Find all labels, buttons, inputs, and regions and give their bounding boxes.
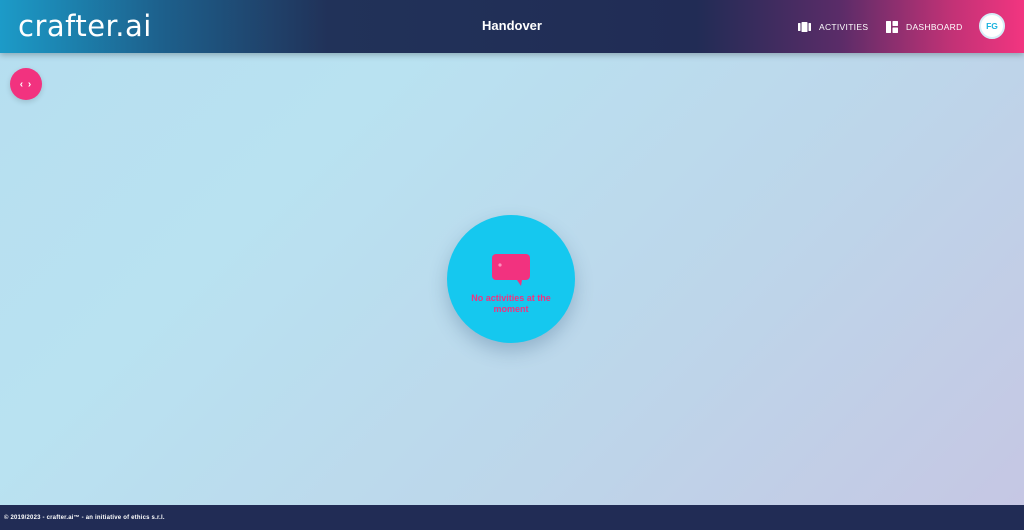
nav-dashboard-link[interactable]: DASHBOARD xyxy=(886,20,963,34)
chat-bubble-icon xyxy=(492,254,530,286)
top-navigation-bar: crafter.ai Handover ACTIVITIES DASHBOARD… xyxy=(0,0,1024,53)
dashboard-icon xyxy=(886,21,898,33)
code-toggle-button[interactable]: ‹ › xyxy=(10,68,42,100)
user-avatar[interactable]: FG xyxy=(979,13,1005,39)
activities-icon xyxy=(798,22,811,32)
page-title: Handover xyxy=(482,18,542,33)
footer: © 2019/2023 - crafter.ai™ - an initiativ… xyxy=(0,505,1024,530)
nav-activities-label: ACTIVITIES xyxy=(819,22,869,32)
footer-copyright: © 2019/2023 - crafter.ai™ - an initiativ… xyxy=(4,515,165,521)
nav-dashboard-label: DASHBOARD xyxy=(906,22,963,32)
code-brackets-icon: ‹ › xyxy=(19,78,33,90)
nav-activities-link[interactable]: ACTIVITIES xyxy=(798,20,868,34)
empty-state-message: No activities at the moment xyxy=(471,293,551,314)
empty-state-card: No activities at the moment xyxy=(447,215,575,343)
